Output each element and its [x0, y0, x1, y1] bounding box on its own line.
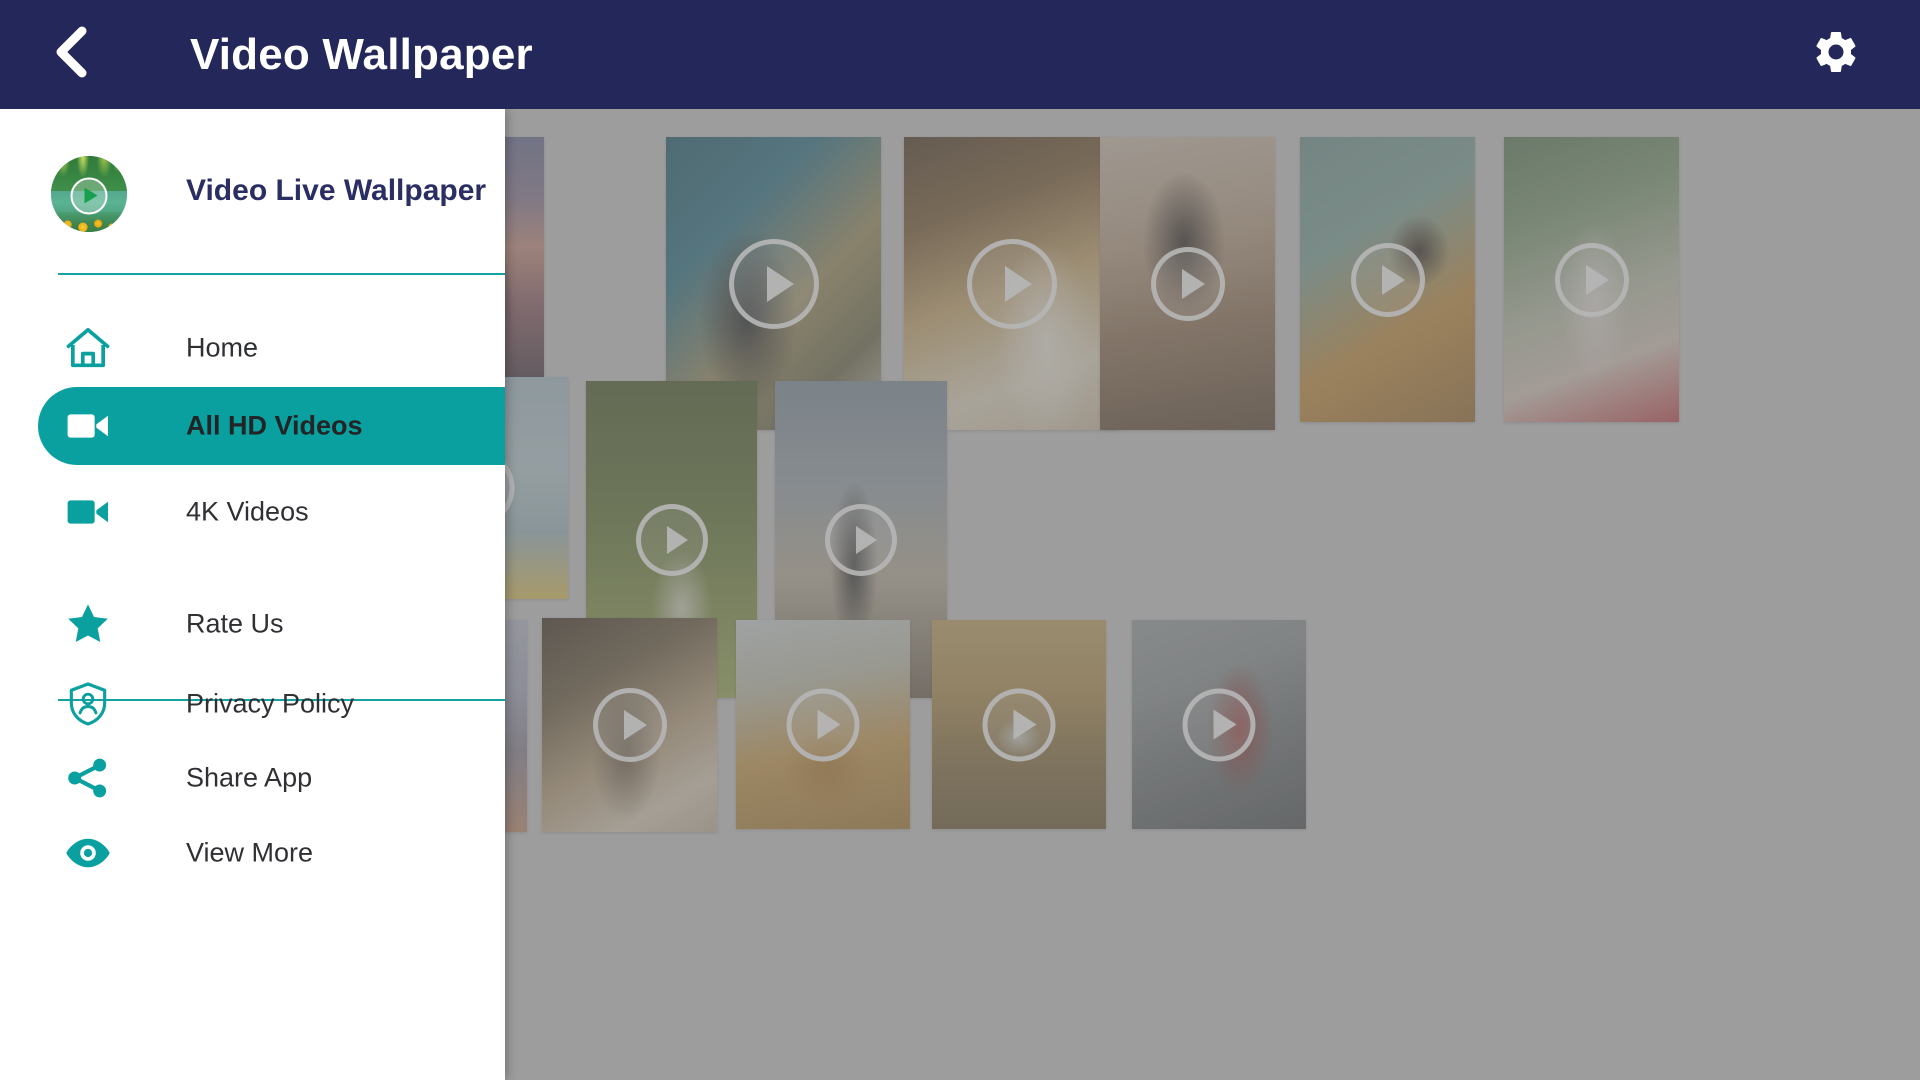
- eye-icon: [60, 825, 116, 881]
- sidebar-item-label: 4K Videos: [186, 496, 309, 527]
- page-title: Video Wallpaper: [190, 29, 533, 79]
- video-camera-icon: [60, 484, 116, 540]
- sidebar-item-home[interactable]: Home: [0, 309, 505, 387]
- gear-icon: [1811, 27, 1861, 82]
- sidebar-item-view-more[interactable]: View More: [0, 814, 505, 892]
- sidebar-item-label: View More: [186, 837, 314, 868]
- app-header: Video Wallpaper: [0, 0, 1920, 109]
- sidebar-item-label: Home: [186, 332, 259, 363]
- drawer-header: Video Live Wallpaper: [0, 109, 505, 273]
- sidebar-item-label: Privacy Policy: [186, 688, 355, 719]
- star-icon: [60, 596, 116, 652]
- share-icon: [60, 750, 116, 806]
- sidebar-item-label: Rate Us: [186, 608, 284, 639]
- video-camera-icon: [60, 398, 116, 454]
- back-button[interactable]: [34, 0, 106, 109]
- sidebar-item-share-app[interactable]: Share App: [0, 739, 505, 817]
- settings-button[interactable]: [1800, 0, 1872, 109]
- sidebar-item-all-hd-videos[interactable]: All HD Videos: [38, 387, 505, 465]
- sidebar-item-label: All HD Videos: [186, 410, 363, 441]
- navigation-drawer: Video Live Wallpaper Home All HD Videos …: [0, 109, 505, 1080]
- chevron-left-icon: [49, 25, 91, 84]
- app-logo-icon: [51, 156, 127, 232]
- shield-user-icon: [60, 676, 116, 732]
- drawer-divider-top: [58, 273, 505, 275]
- sidebar-item-privacy-policy[interactable]: Privacy Policy: [0, 665, 505, 743]
- home-icon: [60, 320, 116, 376]
- sidebar-item-4k-videos[interactable]: 4K Videos: [0, 473, 505, 551]
- sidebar-item-rate-us[interactable]: Rate Us: [0, 585, 505, 663]
- sidebar-item-label: Share App: [186, 762, 313, 793]
- app-name-label: Video Live Wallpaper: [186, 174, 487, 207]
